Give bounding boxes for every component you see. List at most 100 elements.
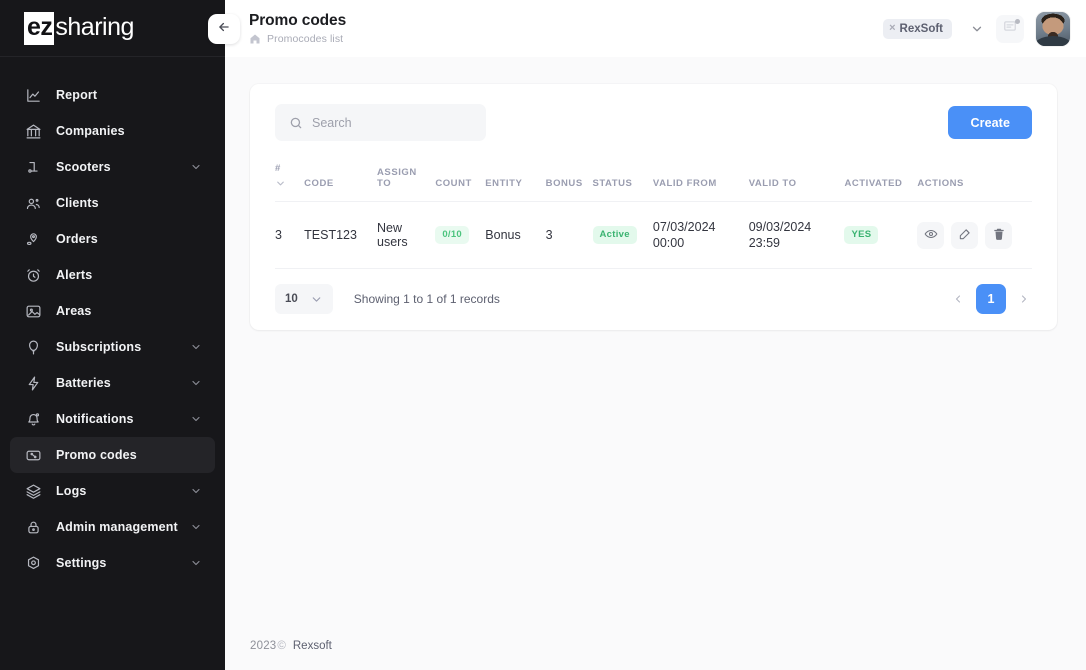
assign-line2: TO (377, 178, 392, 189)
edit-button[interactable] (951, 221, 979, 249)
chevron-down-icon[interactable] (190, 557, 202, 569)
cell-num: 3 (275, 201, 305, 269)
search-input[interactable] (312, 115, 472, 130)
column-header-status[interactable]: STATUS (592, 163, 653, 202)
column-header-bonus[interactable]: BONUS (545, 163, 593, 202)
pagination-next-button[interactable] (1016, 285, 1032, 313)
status-badge: Active (592, 226, 637, 244)
layers-icon (24, 482, 42, 500)
sidebar-item-report[interactable]: Report (10, 77, 215, 113)
users-icon (24, 194, 42, 212)
pagination-prev-button[interactable] (950, 285, 966, 313)
search-box[interactable] (275, 104, 486, 141)
chevron-down-icon[interactable] (190, 485, 202, 497)
bank-icon (24, 122, 42, 140)
sidebar-item-label: Clients (56, 196, 99, 210)
home-icon (249, 33, 261, 45)
chevron-down-icon[interactable] (190, 377, 202, 389)
cell-bonus: 3 (545, 201, 593, 269)
chevron-down-icon[interactable] (275, 178, 298, 189)
sidebar-item-areas[interactable]: Areas (10, 293, 215, 329)
search-icon (289, 116, 303, 130)
sidebar-item-clients[interactable]: Clients (10, 185, 215, 221)
column-header-actions: ACTIONS (917, 163, 1032, 202)
create-button[interactable]: Create (948, 106, 1032, 139)
breadcrumb: Promocodes list (249, 33, 346, 45)
sidebar-item-subscriptions[interactable]: Subscriptions (10, 329, 215, 365)
brand-logo[interactable]: ez sharing (0, 0, 225, 57)
column-header-valid-from[interactable]: VALID FROM (652, 163, 749, 202)
per-page-select[interactable]: 10 (275, 284, 333, 314)
alarm-clock-icon (24, 266, 42, 284)
view-button[interactable] (917, 221, 945, 249)
bell-icon (24, 410, 42, 428)
ticket-percent-icon (24, 446, 42, 464)
sidebar-item-batteries[interactable]: Batteries (10, 365, 215, 401)
sidebar-item-label: Notifications (56, 412, 134, 426)
breadcrumb-label: Promocodes list (267, 33, 344, 45)
footer-copyright-symbol: © (277, 640, 286, 652)
column-header-activated[interactable]: ACTIVATED (844, 163, 918, 202)
topbar: Promo codes Promocodes list × RexSoft (225, 0, 1086, 57)
sidebar-item-companies[interactable]: Companies (10, 113, 215, 149)
sidebar-collapse-button[interactable] (208, 14, 240, 44)
gear-icon (24, 554, 42, 572)
sidebar-item-promo-codes[interactable]: Promo codes (10, 437, 215, 473)
avatar-shoulders (1036, 35, 1070, 46)
column-header-entity[interactable]: ENTITY (485, 163, 546, 202)
topbar-actions: × RexSoft (883, 11, 1070, 46)
chevron-down-icon[interactable] (190, 521, 202, 533)
records-summary: Showing 1 to 1 of 1 records (353, 292, 500, 306)
per-page-value: 10 (285, 293, 298, 305)
sidebar-item-label: Report (56, 88, 98, 102)
sidebar-item-scooters[interactable]: Scooters (10, 149, 215, 185)
chevron-down-icon[interactable] (190, 413, 202, 425)
notifications-button[interactable] (996, 14, 1024, 43)
footer-year: 2023 (250, 640, 277, 652)
cell-valid-to: 09/03/2024 23:59 (748, 201, 845, 269)
logo: ez sharing (24, 11, 136, 45)
chart-line-icon (24, 86, 42, 104)
page-heading: Promo codes Promocodes list (249, 12, 346, 45)
sidebar-item-admin-management[interactable]: Admin management (10, 509, 215, 545)
cell-status: Active (592, 201, 653, 269)
valid-from-date: 07/03/2024 (652, 220, 716, 234)
column-header-num[interactable]: # (275, 163, 305, 202)
chevron-down-icon[interactable] (190, 161, 202, 173)
count-badge: 0/10 (435, 226, 470, 244)
arrow-left-icon (217, 20, 231, 39)
page-footer: 2023 © Rexsoft (225, 640, 1086, 670)
balloon-icon (24, 338, 42, 356)
chevron-down-icon[interactable] (190, 341, 202, 353)
company-chip-label: RexSoft (899, 22, 943, 35)
sidebar-item-alerts[interactable]: Alerts (10, 257, 215, 293)
delete-button[interactable] (985, 221, 1013, 249)
chevron-down-icon[interactable] (970, 22, 984, 36)
map-pin-icon (24, 230, 42, 248)
column-header-assign-to[interactable]: ASSIGN TO (377, 163, 436, 202)
sidebar-item-label: Settings (56, 556, 107, 570)
column-header-count[interactable]: COUNT (435, 163, 486, 202)
chevron-down-icon[interactable] (310, 293, 323, 306)
image-area-icon (24, 302, 42, 320)
column-header-code[interactable]: CODE (304, 163, 378, 202)
avatar[interactable] (1036, 11, 1070, 46)
sidebar-item-label: Companies (56, 124, 125, 138)
sidebar-item-orders[interactable]: Orders (10, 221, 215, 257)
sidebar-item-notifications[interactable]: Notifications (10, 401, 215, 437)
company-selector[interactable]: × RexSoft (883, 18, 984, 39)
sidebar-item-settings[interactable]: Settings (10, 545, 215, 581)
trash-icon (992, 227, 1006, 244)
pagination-page-1[interactable]: 1 (976, 284, 1006, 314)
sidebar-item-label: Areas (56, 304, 92, 318)
column-header-num-label: # (275, 163, 281, 174)
company-chip[interactable]: × RexSoft (883, 18, 952, 39)
bolt-icon (24, 374, 42, 392)
promo-codes-card: Create # (250, 84, 1057, 330)
chip-remove-icon[interactable]: × (889, 23, 895, 34)
sidebar-item-logs[interactable]: Logs (10, 473, 215, 509)
column-header-valid-to[interactable]: VALID TO (748, 163, 845, 202)
card-toolbar: Create (275, 104, 1032, 141)
sidebar-item-label: Logs (56, 484, 87, 498)
sidebar-item-label: Subscriptions (56, 340, 142, 354)
